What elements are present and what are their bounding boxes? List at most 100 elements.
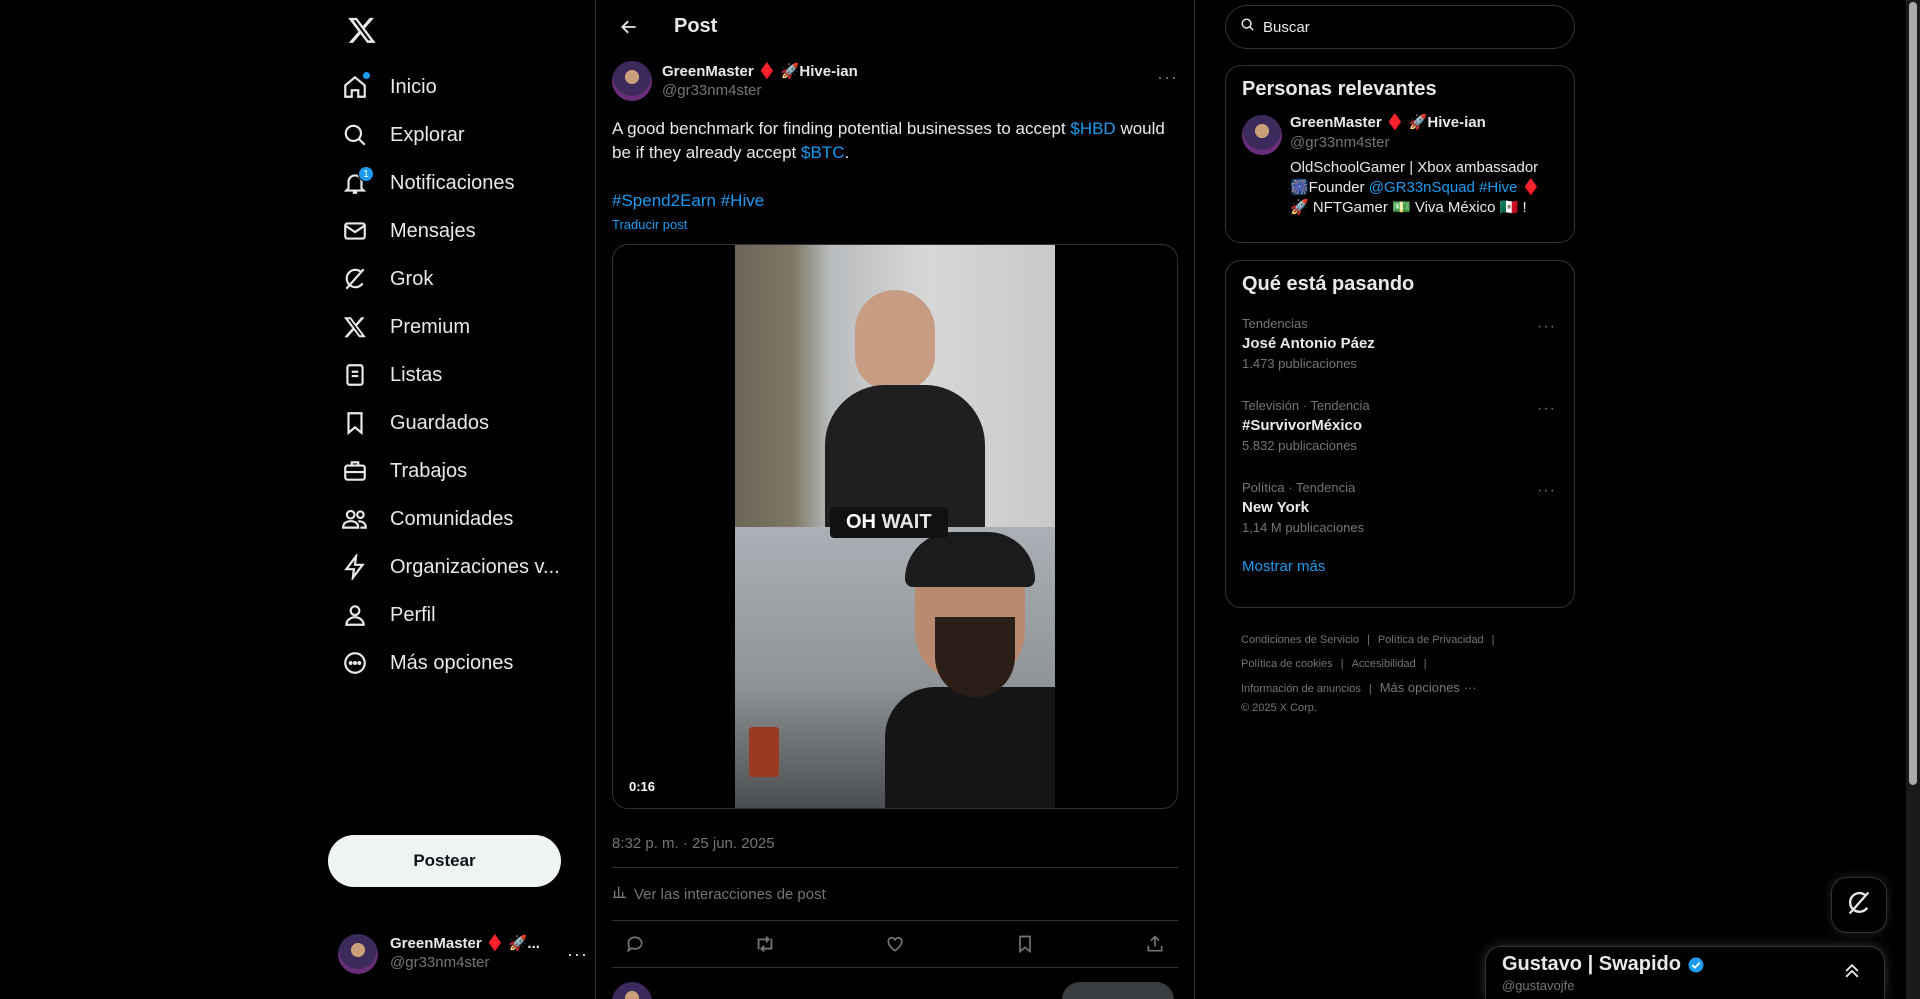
post-insights-link[interactable]: Ver las interacciones de post xyxy=(612,868,1178,920)
messages-drawer[interactable]: Gustavo | Swapido @gustavojfe xyxy=(1485,946,1885,999)
trend-item[interactable]: Política · Tendencia New York 1,14 M pub… xyxy=(1226,472,1574,554)
nav-item-mas-opciones[interactable]: Más opciones xyxy=(328,637,525,689)
avatar xyxy=(612,982,652,999)
bio-line: 🚀 NFTGamer 💵 Viva México 🇲🇽 ! xyxy=(1290,199,1527,216)
search-input[interactable]: Buscar xyxy=(1225,5,1575,49)
hashtag-link[interactable]: #Hive xyxy=(1479,179,1517,196)
grok-button[interactable] xyxy=(1831,877,1887,933)
trend-item[interactable]: Tendencias José Antonio Páez 1.473 publi… xyxy=(1226,308,1574,390)
double-chevron-up-icon[interactable] xyxy=(1842,961,1862,986)
author-handle[interactable]: @gr33nm4ster xyxy=(662,81,858,101)
nav-item-notificaciones[interactable]: 1 Notificaciones xyxy=(328,157,527,209)
x-logo-icon[interactable] xyxy=(340,8,384,52)
person-figure xyxy=(825,290,985,530)
translate-link[interactable]: Traducir post xyxy=(612,217,1178,232)
lightning-icon xyxy=(340,552,370,582)
app-root: Inicio Explorar 1 Notificaciones Mensaje… xyxy=(0,0,1920,999)
more-circle-icon xyxy=(340,648,370,678)
avatar[interactable] xyxy=(612,61,652,101)
trend-item[interactable]: Televisión · Tendencia #SurvivorMéxico 5… xyxy=(1226,390,1574,472)
avatar[interactable] xyxy=(1242,115,1282,155)
drawer-name: Gustavo | Swapido xyxy=(1502,953,1868,976)
footer-link[interactable]: Información de anuncios xyxy=(1241,683,1361,695)
hashtag-link[interactable]: #Hive xyxy=(721,191,764,210)
nav-item-inicio[interactable]: Inicio xyxy=(328,61,449,113)
card-title: Personas relevantes xyxy=(1242,78,1437,100)
footer-link[interactable]: Condiciones de Servicio xyxy=(1241,634,1359,646)
more-icon[interactable]: ··· xyxy=(1157,67,1178,88)
footer-link[interactable]: Accesibilidad xyxy=(1352,658,1416,670)
tweet-timestamp[interactable]: 8:32 p. m. · 25 jun. 2025 xyxy=(612,835,1178,852)
footer-links: Condiciones de Servicio | Política de Priv… xyxy=(1241,628,1561,715)
drawer-contact-name: Gustavo | Swapido xyxy=(1502,953,1681,975)
trend-count: 1,14 M publicaciones xyxy=(1242,520,1365,535)
nav-label: Guardados xyxy=(390,411,489,434)
reply-button[interactable] xyxy=(1062,982,1174,999)
nav-item-comunidades[interactable]: Comunidades xyxy=(328,493,525,545)
bookmark-icon xyxy=(340,408,370,438)
nav-label: Inicio xyxy=(390,75,437,98)
person-name[interactable]: GreenMaster ♦️ 🚀Hive-ian xyxy=(1290,113,1540,133)
account-switcher[interactable]: GreenMaster ♦️ 🚀... @gr33nm4ster ··· xyxy=(338,928,588,980)
share-icon[interactable] xyxy=(1138,927,1172,961)
nav-item-listas[interactable]: Listas xyxy=(328,349,454,401)
footer-link[interactable]: Política de cookies xyxy=(1241,658,1333,670)
account-handle: @gr33nm4ster xyxy=(390,954,490,971)
x-logo-icon xyxy=(340,312,370,342)
relevant-person[interactable]: GreenMaster ♦️ 🚀Hive-ian @gr33nm4ster Ol… xyxy=(1226,113,1574,218)
author-name[interactable]: GreenMaster ♦️ 🚀Hive-ian xyxy=(662,62,858,82)
video-scene-top xyxy=(735,245,1055,530)
mention-link[interactable]: @GR33nSquad xyxy=(1369,179,1475,196)
back-arrow-icon[interactable] xyxy=(612,10,646,44)
account-name: GreenMaster ♦️ 🚀... xyxy=(390,935,540,953)
footer-link[interactable]: Más opciones ··· xyxy=(1380,680,1477,695)
scrollbar[interactable] xyxy=(1906,0,1920,999)
nav-label: Comunidades xyxy=(390,507,514,530)
nav-item-guardados[interactable]: Guardados xyxy=(328,397,501,449)
verified-badge-icon xyxy=(1687,956,1705,974)
nav-item-trabajos[interactable]: Trabajos xyxy=(328,445,479,497)
video-duration: 0:16 xyxy=(629,779,656,794)
nav-label: Listas xyxy=(390,363,443,386)
video-caption-word: OH xyxy=(846,511,876,533)
footer-link[interactable]: Política de Privacidad xyxy=(1378,634,1484,646)
nav-item-perfil[interactable]: Perfil xyxy=(328,589,448,641)
nav-label: Mensajes xyxy=(390,219,476,242)
nav-item-explorar[interactable]: Explorar xyxy=(328,109,476,161)
nav-label: Más opciones xyxy=(390,651,514,674)
trend-count: 5.832 publicaciones xyxy=(1242,438,1357,453)
scrollbar-thumb[interactable] xyxy=(1909,2,1917,785)
page-title: Post xyxy=(674,15,718,37)
more-icon[interactable]: ··· xyxy=(1537,400,1556,418)
more-icon[interactable]: ··· xyxy=(1537,482,1556,500)
trend-count: 1.473 publicaciones xyxy=(1242,356,1357,371)
nav-label: Grok xyxy=(390,267,434,290)
trend-category: Política · Tendencia xyxy=(1242,480,1356,495)
nav-item-grok[interactable]: Grok xyxy=(328,253,445,305)
bio-line: OldSchoolGamer | Xbox ambassador xyxy=(1290,159,1539,176)
nav-label: Perfil xyxy=(390,603,436,626)
cashtag-link[interactable]: $HBD xyxy=(1070,119,1115,138)
nav-item-premium[interactable]: Premium xyxy=(328,301,482,353)
hashtag-link[interactable]: #Spend2Earn xyxy=(612,191,716,210)
avatar xyxy=(338,934,378,974)
cashtag-link[interactable]: $BTC xyxy=(801,143,844,162)
nav-item-mensajes[interactable]: Mensajes xyxy=(328,205,488,257)
video-player[interactable]: OH WAIT 0:16 xyxy=(612,244,1178,809)
more-icon[interactable]: ··· xyxy=(567,944,588,965)
home-icon xyxy=(340,72,370,102)
show-more-link[interactable]: Mostrar más xyxy=(1226,554,1574,579)
reply-icon[interactable] xyxy=(618,927,652,961)
tweet: GreenMaster ♦️ 🚀Hive-ian @gr33nm4ster ··… xyxy=(596,53,1194,968)
more-icon[interactable]: ··· xyxy=(1537,318,1556,336)
like-heart-icon[interactable] xyxy=(878,927,912,961)
left-navigation: Inicio Explorar 1 Notificaciones Mensaje… xyxy=(328,0,594,999)
nav-item-organizaciones[interactable]: Organizaciones v... xyxy=(328,541,572,593)
repost-icon[interactable] xyxy=(748,927,782,961)
post-button[interactable]: Postear xyxy=(328,835,561,887)
bookmark-icon[interactable] xyxy=(1008,927,1042,961)
bio-line: 🎆Founder @GR33nSquad #Hive ♦️ xyxy=(1290,178,1540,198)
nav-label: Notificaciones xyxy=(390,171,515,194)
tweet-header: GreenMaster ♦️ 🚀Hive-ian @gr33nm4ster ··… xyxy=(612,53,1178,109)
person-bio: OldSchoolGamer | Xbox ambassador 🎆Founde… xyxy=(1290,158,1540,218)
